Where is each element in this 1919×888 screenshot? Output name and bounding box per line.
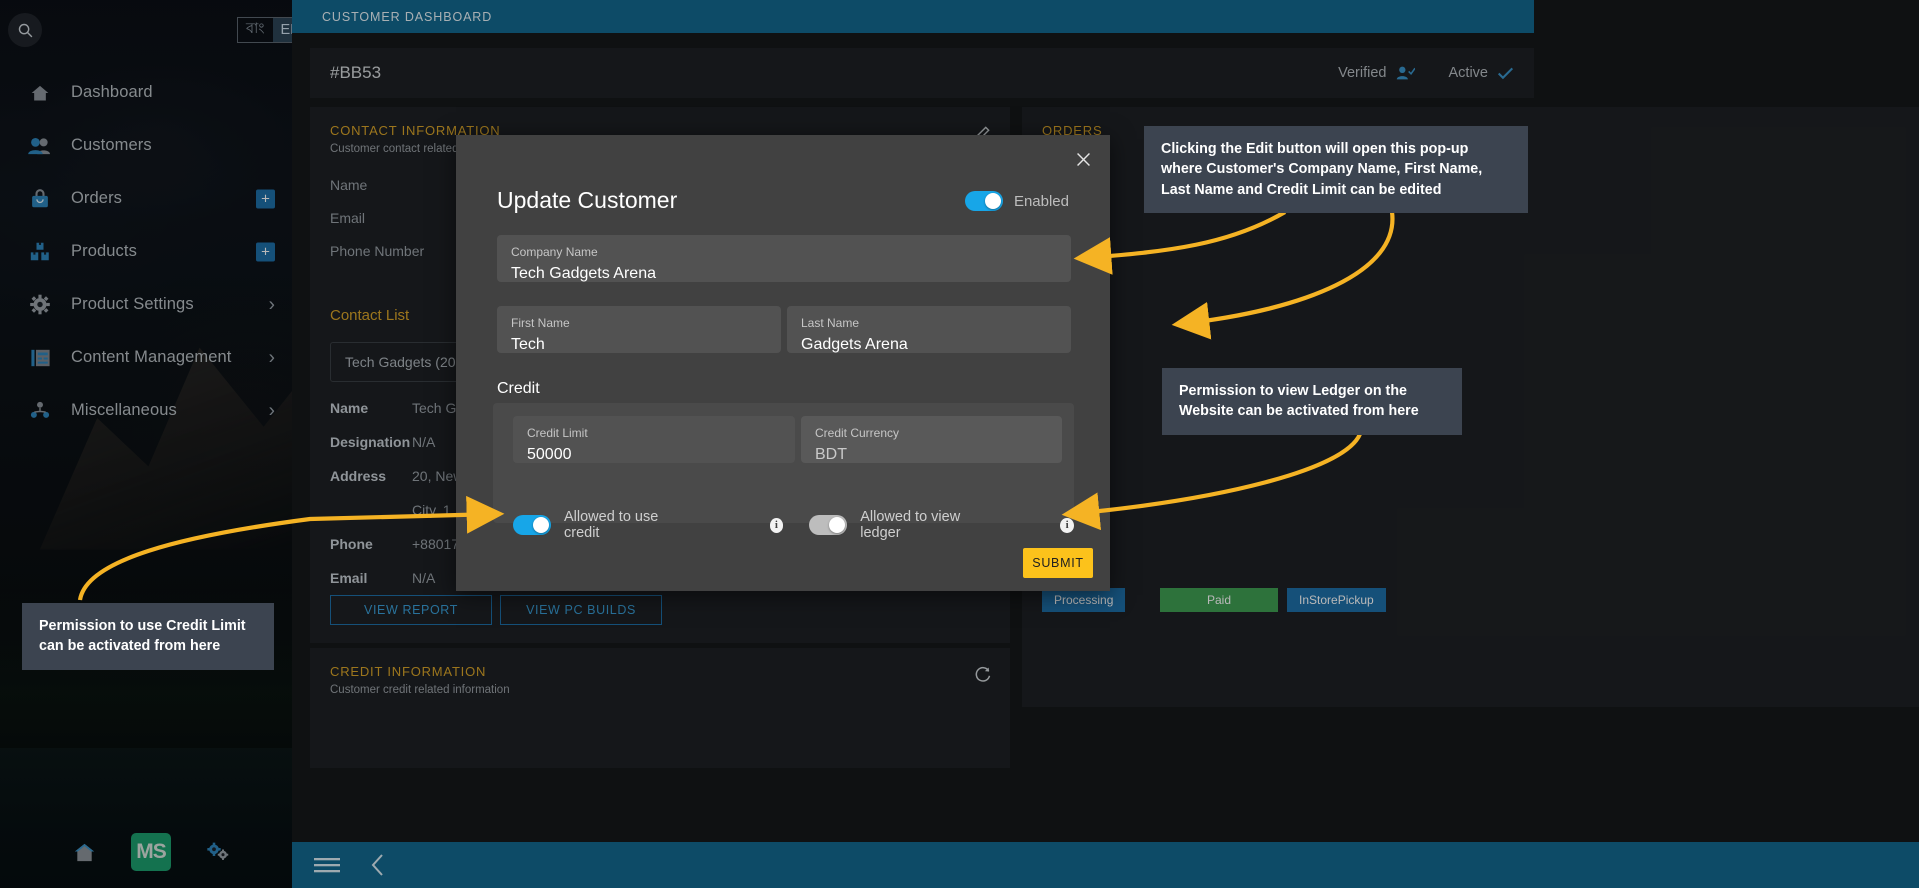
permissions-row: Allowed to use credit i Allowed to view … — [493, 505, 1074, 545]
credit-currency-value: BDT — [815, 446, 847, 463]
allowed-use-credit-info-icon[interactable]: i — [769, 517, 784, 533]
annotation-use-credit: Permission to use Credit Limit can be ac… — [22, 603, 274, 670]
credit-limit-value: 50000 — [527, 446, 572, 463]
annotation-view-ledger: Permission to view Ledger on the Website… — [1162, 368, 1462, 435]
allowed-use-credit-group: Allowed to use credit — [513, 509, 681, 541]
company-name-field[interactable]: Company Name Tech Gadgets Arena — [497, 235, 1071, 282]
modal-title: Update Customer — [497, 187, 678, 213]
close-modal-button[interactable] — [1070, 146, 1096, 172]
last-name-label: Last Name — [801, 316, 860, 330]
annotation-edit-button: Clicking the Edit button will open this … — [1144, 126, 1528, 213]
first-name-value: Tech — [511, 336, 545, 353]
last-name-value: Gadgets Arena — [801, 336, 908, 353]
enabled-toggle[interactable] — [964, 191, 1003, 211]
allowed-use-credit-label: Allowed to use credit — [564, 509, 659, 541]
allowed-view-ledger-info-icon[interactable]: i — [1060, 517, 1074, 533]
company-name-value: Tech Gadgets Arena — [511, 265, 656, 282]
last-name-field[interactable]: Last Name Gadgets Arena — [787, 306, 1071, 353]
company-name-label: Company Name — [511, 245, 598, 259]
allowed-use-credit-toggle[interactable] — [513, 515, 551, 535]
allowed-view-ledger-group: Allowed to view ledger — [809, 509, 986, 541]
enabled-toggle-group: Enabled — [964, 191, 1069, 211]
submit-button[interactable]: SUBMIT — [1023, 548, 1093, 578]
close-icon — [1076, 152, 1090, 166]
first-name-label: First Name — [511, 316, 570, 330]
credit-currency-label: Credit Currency — [815, 426, 900, 440]
first-name-field[interactable]: First Name Tech — [497, 306, 781, 353]
app-root: বাং EN DashboardCustomersOrders+Products… — [0, 0, 1919, 888]
credit-section-heading: Credit — [497, 380, 540, 397]
allowed-view-ledger-label: Allowed to view ledger — [860, 509, 961, 541]
credit-currency-field: Credit Currency BDT — [801, 416, 1062, 463]
credit-limit-field[interactable]: Credit Limit 50000 — [513, 416, 795, 463]
enabled-label: Enabled — [1013, 192, 1069, 210]
credit-limit-label: Credit Limit — [527, 426, 588, 440]
update-customer-modal: Update Customer Enabled Company Name Tec… — [456, 135, 1110, 591]
allowed-view-ledger-toggle[interactable] — [809, 515, 848, 535]
